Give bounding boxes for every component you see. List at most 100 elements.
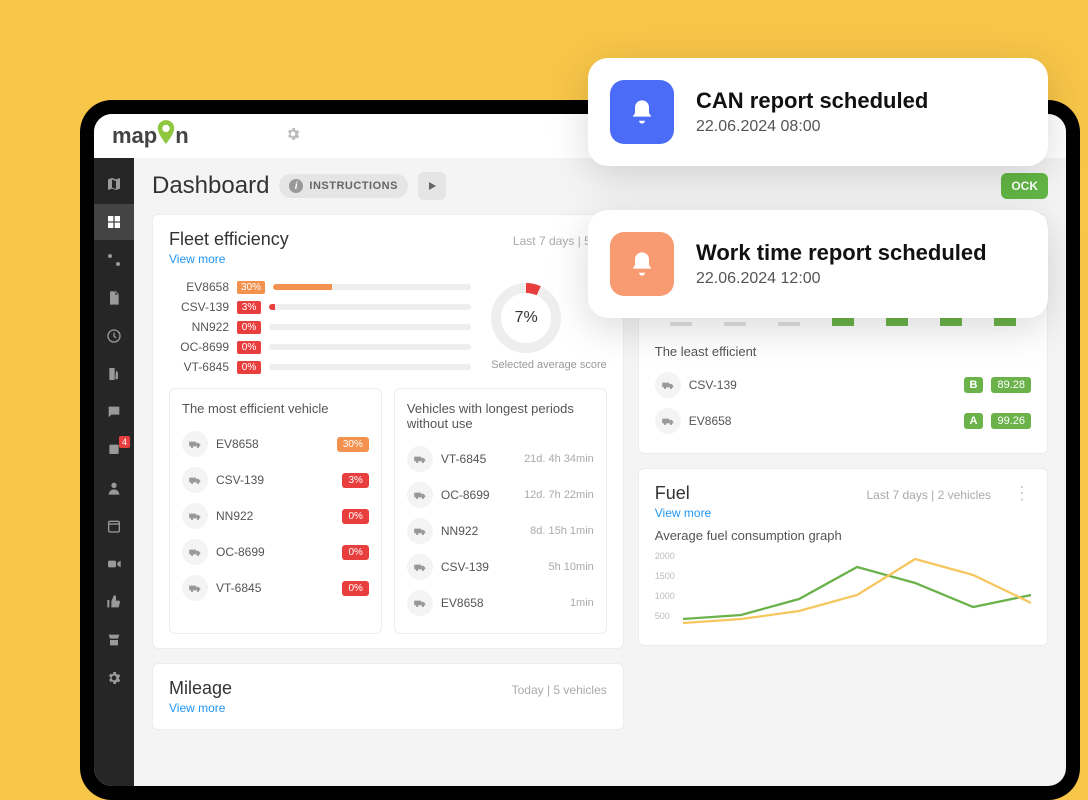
vehicle-name: EV8658 bbox=[216, 437, 329, 451]
truck-icon bbox=[407, 446, 433, 472]
toast-worktime-report[interactable]: Work time report scheduled 22.06.2024 12… bbox=[588, 210, 1048, 318]
card-meta: Today | 5 vehicles bbox=[512, 683, 607, 697]
toast-can-report[interactable]: CAN report scheduled 22.06.2024 08:00 bbox=[588, 58, 1048, 166]
idle-duration: 8d. 15h 1min bbox=[530, 525, 594, 537]
sidebar-item-user[interactable] bbox=[94, 470, 134, 506]
y-tick: 1500 bbox=[655, 571, 675, 581]
green-bar bbox=[670, 322, 692, 326]
vehicle-row[interactable]: NN922 8d. 15h 1min bbox=[407, 513, 594, 549]
toast-title: CAN report scheduled bbox=[696, 88, 928, 114]
truck-icon bbox=[182, 575, 208, 601]
sidebar-item-docs[interactable] bbox=[94, 280, 134, 316]
bar-label: OC-8699 bbox=[169, 340, 229, 354]
sidebar-item-store[interactable] bbox=[94, 622, 134, 658]
efficiency-bar-row: NN922 0% bbox=[169, 320, 471, 334]
vehicle-name: VT-6845 bbox=[216, 581, 334, 595]
vehicle-row[interactable]: CSV-139 3% bbox=[182, 462, 369, 498]
bar-percent: 30% bbox=[237, 281, 265, 294]
sidebar-item-bus[interactable]: 4 bbox=[94, 432, 134, 468]
instructions-button[interactable]: i INSTRUCTIONS bbox=[279, 174, 408, 198]
fuel-chart-title: Average fuel consumption graph bbox=[655, 528, 1031, 543]
lock-button[interactable]: OCK bbox=[1001, 173, 1048, 199]
logo-pin-icon bbox=[155, 120, 177, 153]
green-bar bbox=[778, 322, 800, 326]
truck-icon bbox=[407, 554, 433, 580]
efficiency-bar-row: VT-6845 0% bbox=[169, 360, 471, 374]
bar-percent: 3% bbox=[237, 301, 261, 314]
idle-duration: 5h 10min bbox=[549, 561, 594, 573]
vehicle-name: VT-6845 bbox=[441, 452, 516, 466]
vehicle-score: 30% bbox=[337, 437, 369, 452]
vehicle-row[interactable]: NN922 0% bbox=[182, 498, 369, 534]
bar-label: EV8658 bbox=[169, 280, 229, 294]
sidebar-item-settings[interactable] bbox=[94, 660, 134, 696]
fuel-card: Fuel View more Last 7 days | 2 vehicles … bbox=[638, 468, 1048, 646]
bell-icon bbox=[610, 80, 674, 144]
bar-label: NN922 bbox=[169, 320, 229, 334]
kebab-menu-icon[interactable]: ⋮ bbox=[1013, 483, 1031, 504]
y-tick: 1000 bbox=[655, 591, 675, 601]
vehicle-row[interactable]: EV8658 30% bbox=[182, 426, 369, 462]
logo-text: map bbox=[112, 123, 157, 149]
view-more-link[interactable]: View more bbox=[169, 252, 289, 266]
page-header: Dashboard i INSTRUCTIONS OCK bbox=[152, 172, 1048, 200]
least-efficient-row[interactable]: CSV-139 B 89.28 bbox=[655, 367, 1031, 403]
sidebar-item-map[interactable] bbox=[94, 166, 134, 202]
bar-track bbox=[269, 324, 471, 330]
sidebar-item-time[interactable] bbox=[94, 318, 134, 354]
app-logo[interactable]: map n bbox=[112, 120, 189, 153]
vehicle-name: CSV-139 bbox=[441, 560, 541, 574]
device-frame: map n oe ▾ 4 bbox=[80, 100, 1080, 800]
efficiency-bar-row: EV8658 30% bbox=[169, 280, 471, 294]
vehicle-score: 3% bbox=[342, 473, 368, 488]
y-tick: 500 bbox=[655, 611, 675, 621]
page-title: Dashboard bbox=[152, 172, 269, 200]
sidebar-item-chat[interactable] bbox=[94, 394, 134, 430]
idle-duration: 1min bbox=[570, 597, 594, 609]
bar-percent: 0% bbox=[237, 341, 261, 354]
sidebar: 4 bbox=[94, 158, 134, 786]
bar-label: VT-6845 bbox=[169, 360, 229, 374]
card-meta: Last 7 days | 2 vehicles bbox=[866, 488, 991, 502]
sidebar-item-routes[interactable] bbox=[94, 242, 134, 278]
idle-duration: 21d. 4h 34min bbox=[524, 453, 594, 465]
info-icon: i bbox=[289, 179, 303, 193]
vehicle-row[interactable]: VT-6845 0% bbox=[182, 570, 369, 606]
vehicle-name: NN922 bbox=[441, 524, 522, 538]
vehicle-row[interactable]: CSV-139 5h 10min bbox=[407, 549, 594, 585]
truck-icon bbox=[655, 372, 681, 398]
least-efficient-row[interactable]: EV8658 A 99.26 bbox=[655, 403, 1031, 439]
efficiency-bar-row: CSV-139 3% bbox=[169, 300, 471, 314]
y-tick: 2000 bbox=[655, 551, 675, 561]
sidebar-item-dashboard[interactable] bbox=[94, 204, 134, 240]
sidebar-item-calendar[interactable] bbox=[94, 508, 134, 544]
vehicle-name: EV8658 bbox=[689, 414, 956, 428]
vehicle-row[interactable]: EV8658 1min bbox=[407, 585, 594, 621]
toast-title: Work time report scheduled bbox=[696, 240, 987, 266]
play-button[interactable] bbox=[418, 172, 446, 200]
bar-track bbox=[273, 284, 471, 290]
bar-track bbox=[269, 344, 471, 350]
sidebar-item-fuel[interactable] bbox=[94, 356, 134, 392]
vehicle-row[interactable]: OC-8699 0% bbox=[182, 534, 369, 570]
longest-idle-subcard: Vehicles with longest periods without us… bbox=[394, 388, 607, 634]
truck-icon bbox=[182, 539, 208, 565]
vehicle-name: EV8658 bbox=[441, 596, 562, 610]
most-efficient-subcard: The most efficient vehicle EV8658 30% CS… bbox=[169, 388, 382, 634]
toast-time: 22.06.2024 08:00 bbox=[696, 118, 928, 136]
bar-percent: 0% bbox=[237, 321, 261, 334]
vehicle-row[interactable]: OC-8699 12d. 7h 22min bbox=[407, 477, 594, 513]
gear-icon[interactable] bbox=[285, 126, 301, 147]
view-more-link[interactable]: View more bbox=[655, 506, 711, 520]
truck-icon bbox=[182, 503, 208, 529]
gauge-value: 7% bbox=[515, 309, 538, 327]
mileage-card: Mileage View more Today | 5 vehicles bbox=[152, 663, 624, 730]
view-more-link[interactable]: View more bbox=[169, 701, 232, 715]
logo-text: n bbox=[175, 123, 188, 149]
vehicle-score: 0% bbox=[342, 509, 368, 524]
sidebar-badge: 4 bbox=[119, 436, 130, 448]
sidebar-item-thumbs[interactable] bbox=[94, 584, 134, 620]
vehicle-score: 0% bbox=[342, 581, 368, 596]
vehicle-row[interactable]: VT-6845 21d. 4h 34min bbox=[407, 441, 594, 477]
sidebar-item-video[interactable] bbox=[94, 546, 134, 582]
